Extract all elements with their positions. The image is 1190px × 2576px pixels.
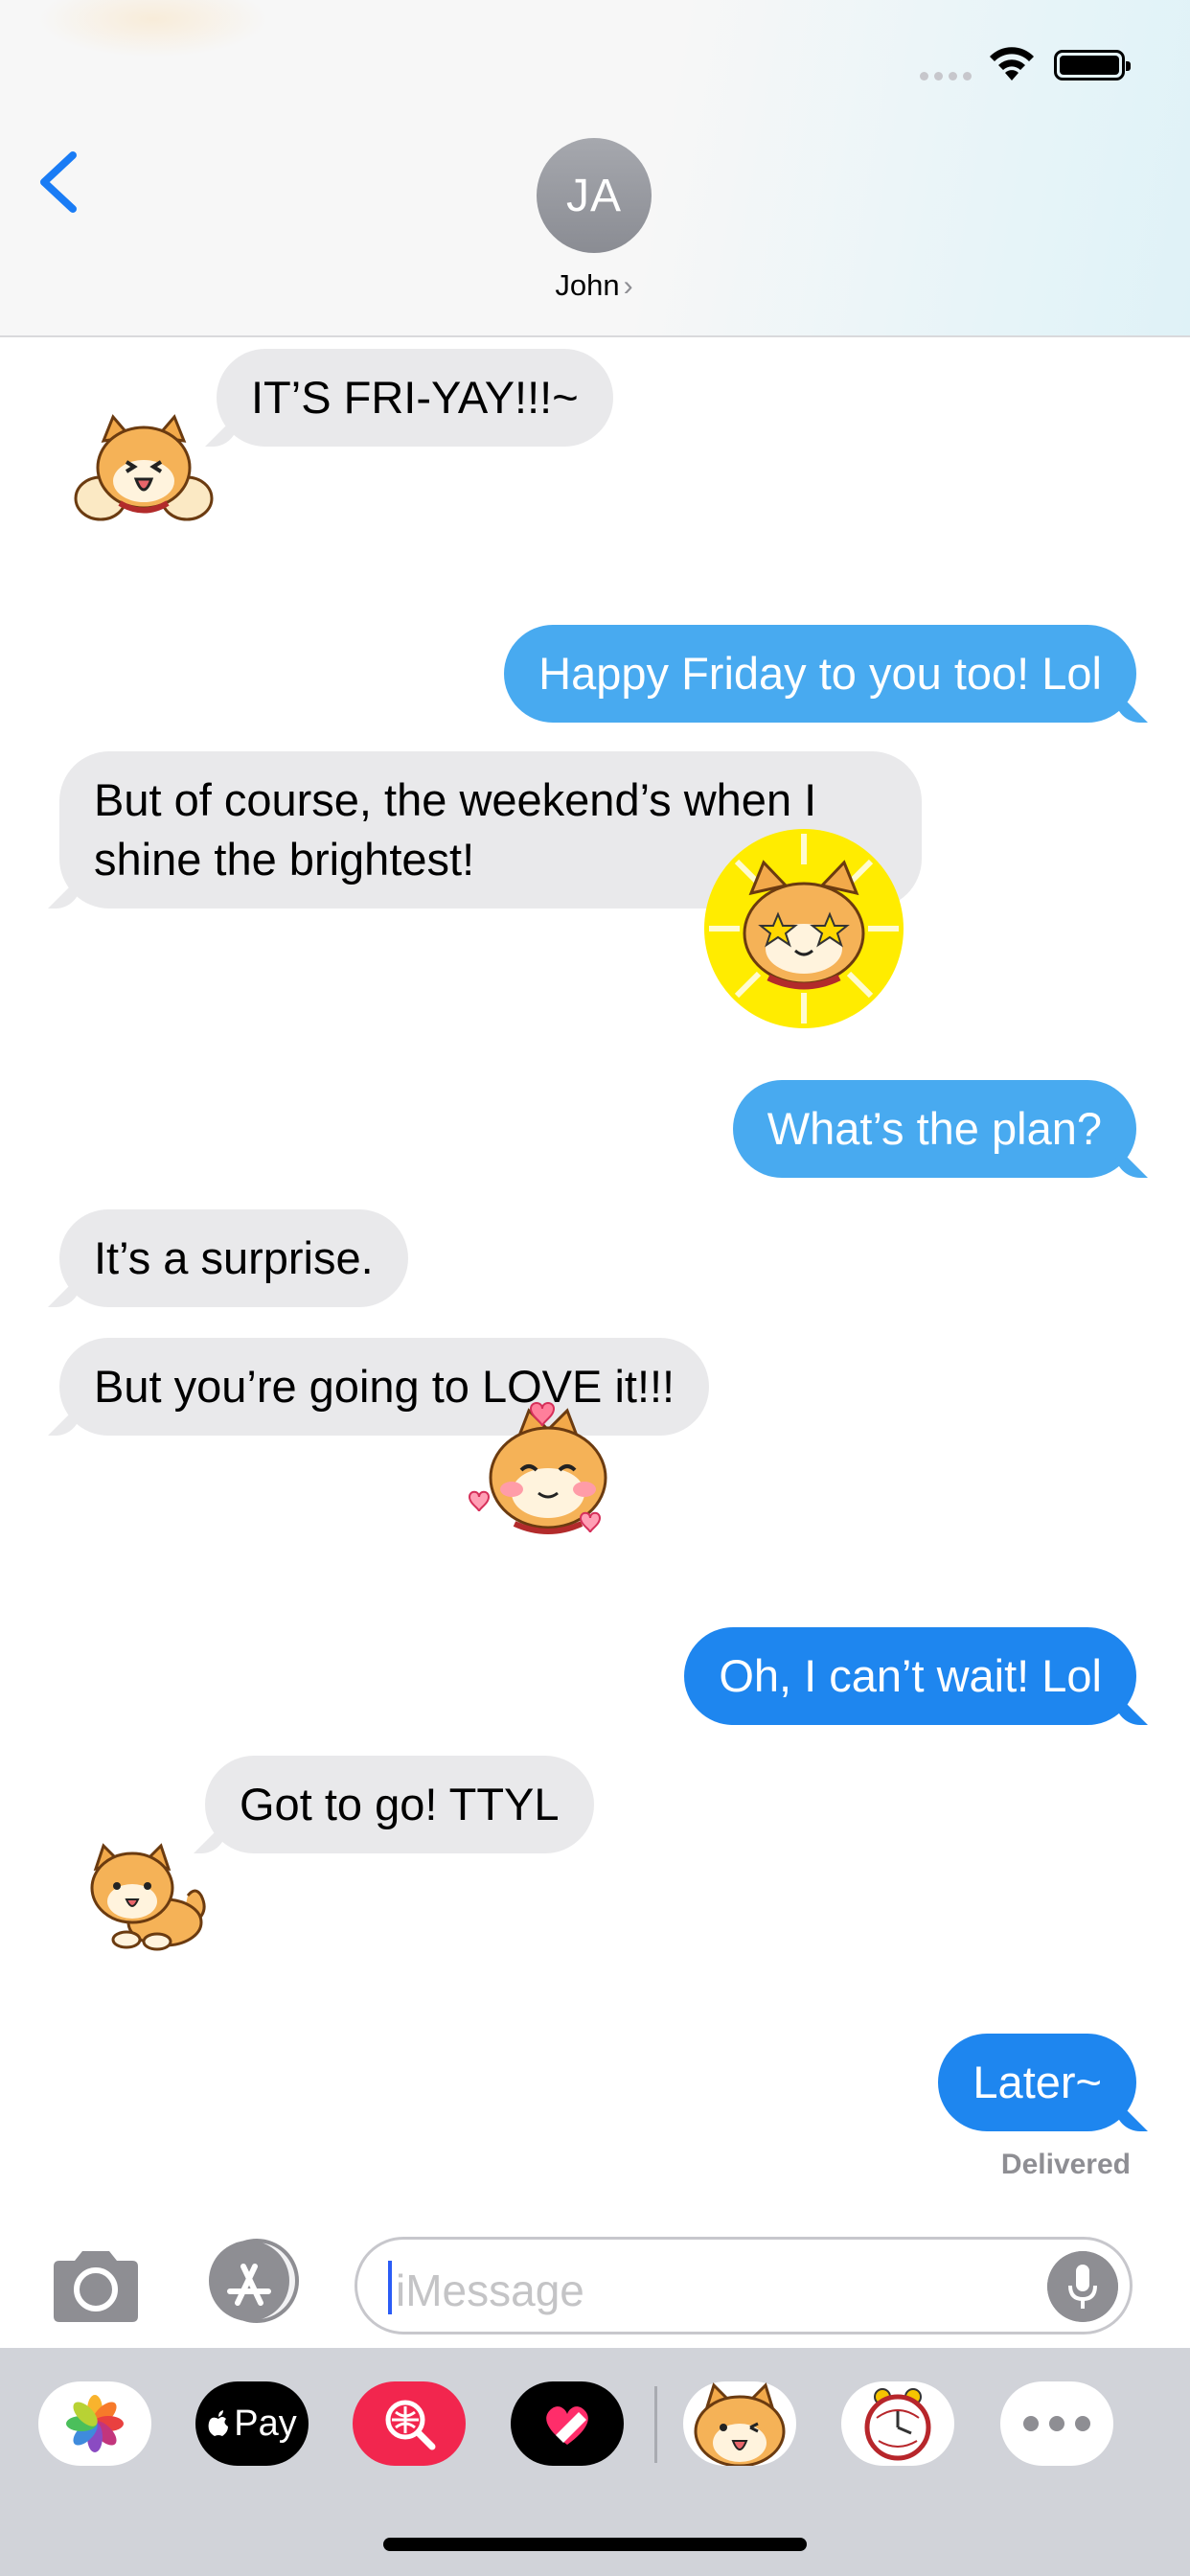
images-search-app-icon[interactable] [353,2381,466,2466]
contact-avatar[interactable]: JA [537,138,652,253]
shiba-star-eyes-sticker[interactable] [701,826,906,1031]
back-chevron-icon[interactable] [29,144,86,220]
better-late-sticker-app-icon[interactable] [841,2381,954,2466]
contact-name-button[interactable]: John › [517,268,671,303]
shiba-hearts-sticker[interactable] [462,1401,621,1545]
outgoing-message-bubble[interactable]: Oh, I can’t wait! Lol [684,1627,1136,1725]
cellular-signal-icon [920,72,972,80]
shiba-sticker-app-icon[interactable] [683,2381,796,2466]
battery-icon [1054,50,1131,80]
microphone-icon[interactable] [1047,2251,1118,2322]
contact-chevron-icon: › [623,270,633,302]
home-indicator[interactable] [383,2538,807,2551]
outgoing-message-bubble[interactable]: Later~ [938,2034,1136,2131]
text-cursor [388,2261,392,2314]
camera-icon[interactable] [48,2247,144,2324]
message-placeholder: iMessage [396,2266,584,2315]
outgoing-message-bubble[interactable]: Happy Friday to you too! Lol [504,625,1136,723]
delivered-status: Delivered [1000,2149,1131,2180]
message-line: But of course, the weekend’s when I [94,774,817,825]
apple-pay-label: Pay [234,2403,297,2444]
outgoing-message-bubble[interactable]: What’s the plan? [732,1080,1136,1178]
app-drawer: Pay [0,2348,1190,2576]
shiba-sitting-sticker[interactable] [88,1842,218,1951]
digital-touch-app-icon[interactable] [511,2381,624,2466]
incoming-message-bubble[interactable]: Got to go! TTYL [205,1756,594,1853]
contact-name: John [555,268,620,302]
incoming-message-bubble[interactable]: IT’S FRI-YAY!!!~ [217,349,613,447]
wifi-icon [990,47,1034,80]
incoming-message-bubble[interactable]: It’s a surprise. [59,1209,408,1307]
apple-logo-icon [208,2410,229,2436]
header-blur [38,0,268,58]
more-apps-icon[interactable] [1000,2381,1113,2466]
app-store-icon[interactable] [201,2238,303,2324]
drawer-divider [654,2386,657,2463]
message-input[interactable]: iMessage [355,2237,1133,2334]
conversation-header: JA John › [0,0,1190,337]
apple-pay-app-icon[interactable]: Pay [195,2381,309,2466]
shiba-waving-sticker[interactable] [67,412,220,541]
photos-app-icon[interactable] [38,2381,151,2466]
